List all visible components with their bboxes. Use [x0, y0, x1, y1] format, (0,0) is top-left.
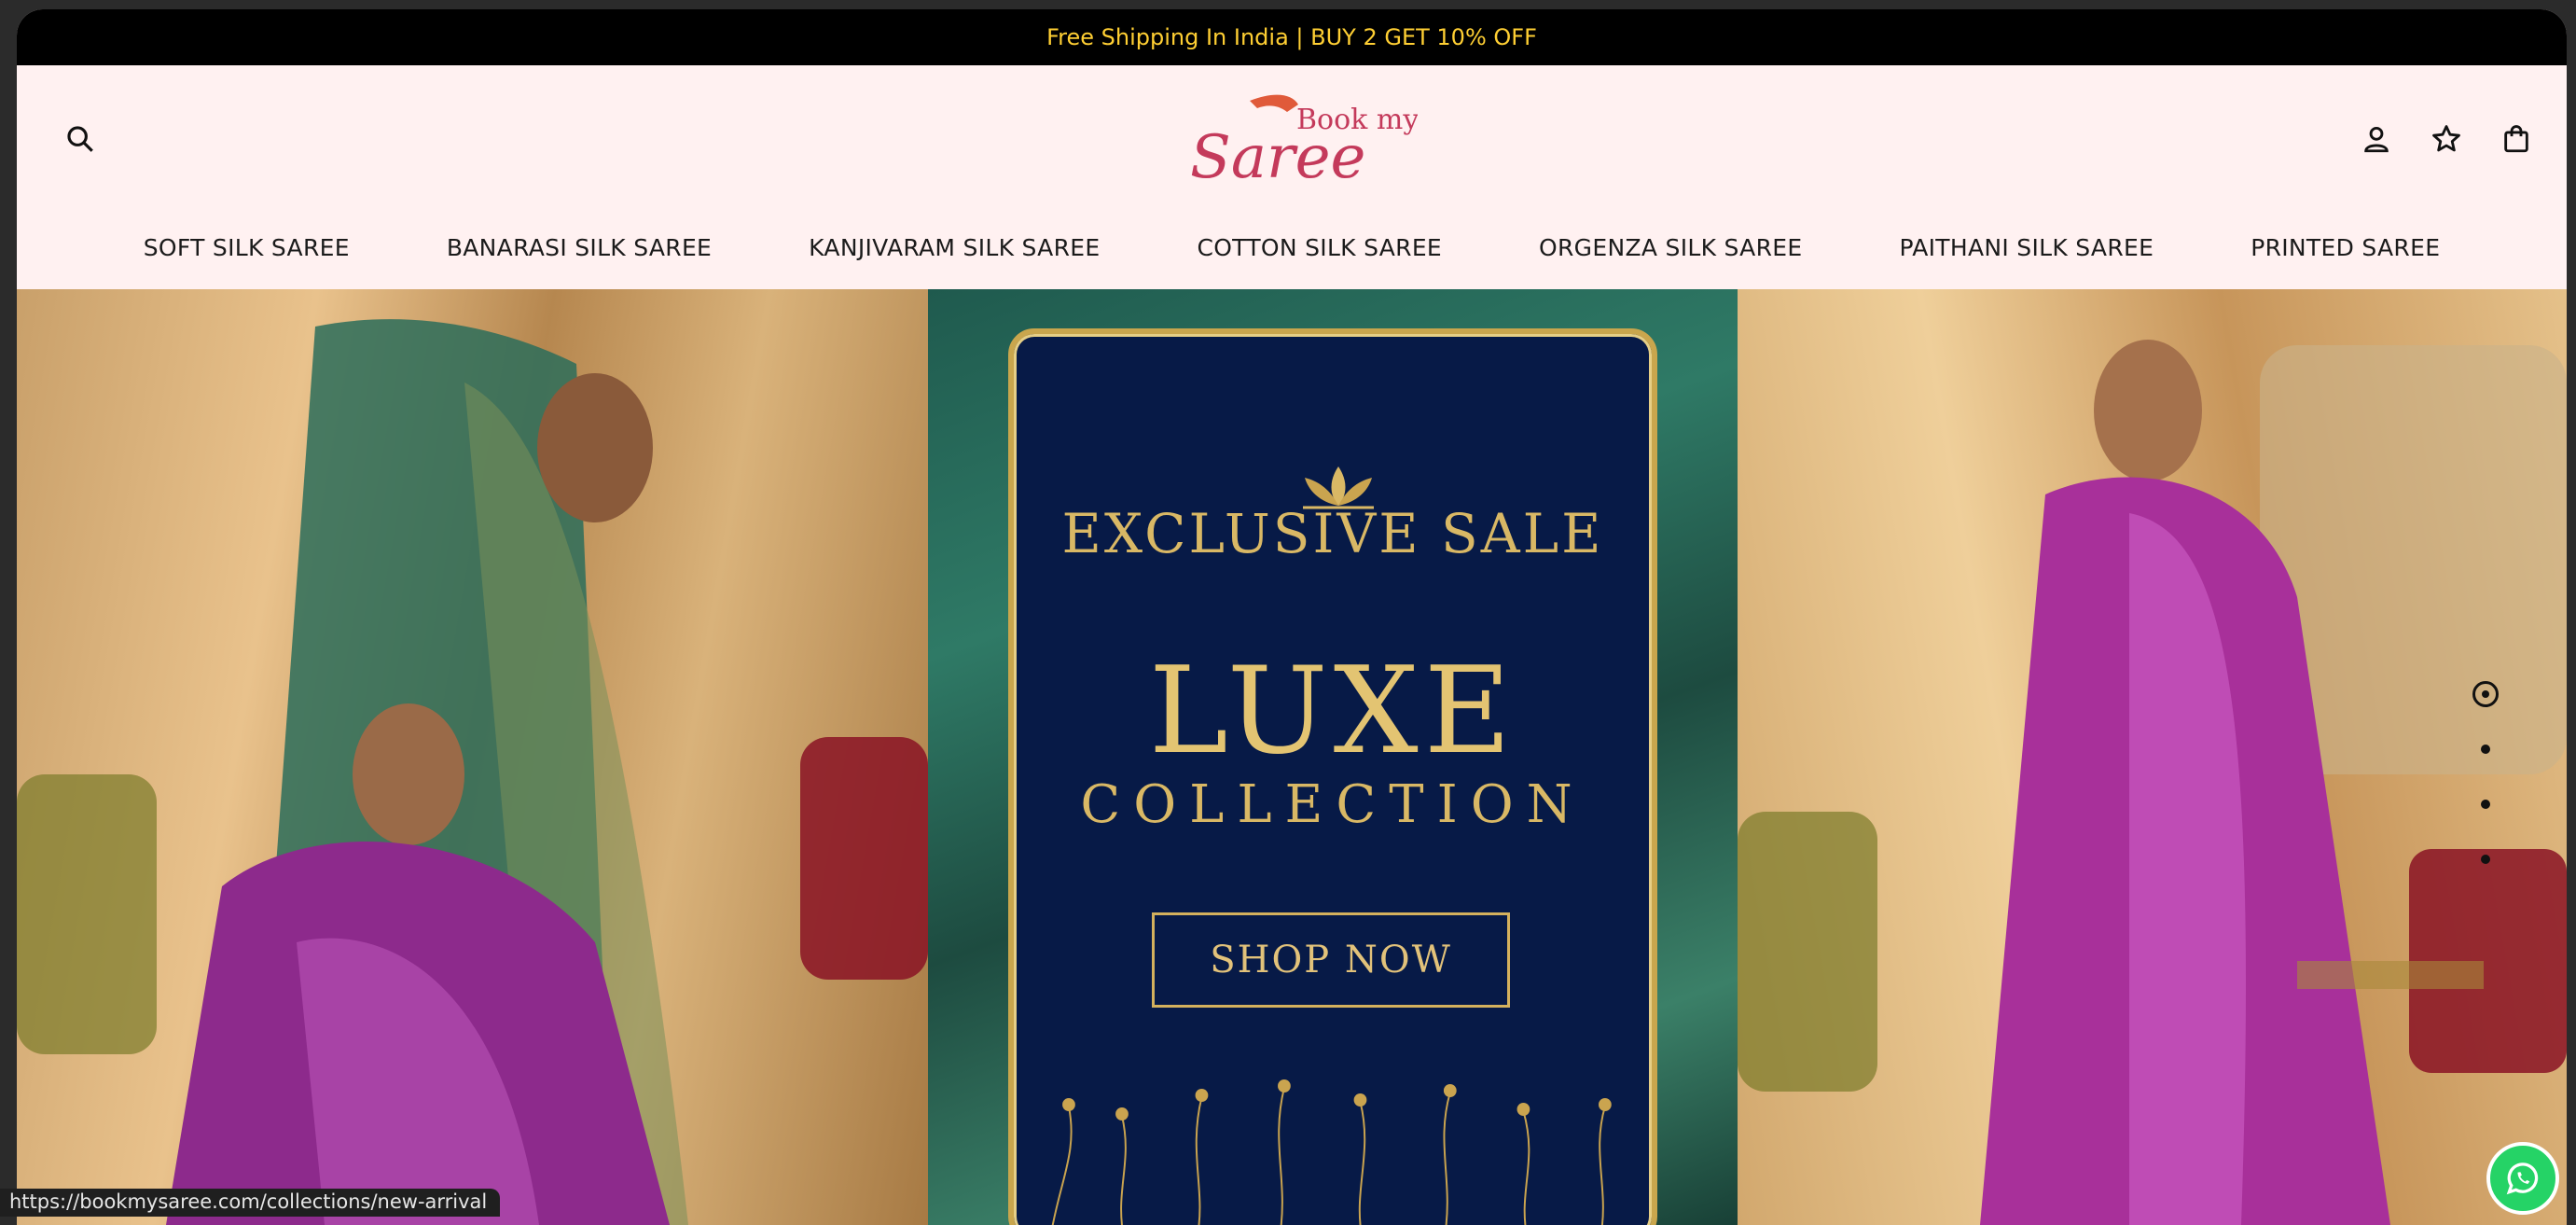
models-illustration-left [17, 319, 928, 1225]
shop-now-button[interactable]: SHOP NOW [1152, 912, 1510, 1008]
star-icon[interactable] [2424, 117, 2469, 161]
nav-item-cotton-silk-saree[interactable]: COTTON SILK SAREE [1197, 234, 1442, 261]
slide-dot-4[interactable] [2481, 855, 2490, 864]
promo-card: EXCLUSIVE SALE LUXE COLLECTION SHOP NOW [1008, 328, 1657, 1225]
user-icon[interactable] [2354, 117, 2399, 161]
search-icon[interactable] [58, 117, 103, 161]
nav-item-printed-saree[interactable]: PRINTED SAREE [2251, 234, 2440, 261]
nav-item-kanjivaram-silk-saree[interactable]: KANJIVARAM SILK SAREE [809, 234, 1100, 261]
announcement-text: Free Shipping In India | BUY 2 GET 10% O… [1046, 24, 1537, 50]
slide-dot-3[interactable] [2481, 800, 2490, 809]
brand-logo[interactable]: Book my Saree [1184, 84, 1419, 192]
nav-item-paithani-silk-saree[interactable]: PAITHANI SILK SAREE [1899, 234, 2154, 261]
nav-item-soft-silk-saree[interactable]: SOFT SILK SAREE [144, 234, 350, 261]
slider-pagination [2468, 681, 2505, 886]
site-header: Book my Saree SOFT SILK SAREE BANARASI S… [17, 65, 2567, 289]
promo-eyebrow: EXCLUSIVE SALE [1061, 502, 1604, 565]
hero-image-right [1738, 289, 2567, 1225]
category-nav: SOFT SILK SAREE BANARASI SILK SAREE KANJ… [17, 215, 2567, 280]
floral-decoration [1051, 1079, 1612, 1225]
nav-item-orgenza-silk-saree[interactable]: ORGENZA SILK SAREE [1539, 234, 1802, 261]
slide-dot-1[interactable] [2472, 681, 2499, 707]
nav-item-banarasi-silk-saree[interactable]: BANARASI SILK SAREE [447, 234, 712, 261]
hero-image-left [17, 289, 928, 1225]
status-bar-url: https://bookmysaree.com/collections/new-… [0, 1189, 501, 1217]
slide-dot-2[interactable] [2481, 745, 2490, 754]
model-illustration-right [1738, 340, 2567, 1225]
bag-icon[interactable] [2494, 117, 2539, 161]
browser-viewport: Free Shipping In India | BUY 2 GET 10% O… [17, 9, 2567, 1225]
promo-subheadline: COLLECTION [1080, 774, 1586, 835]
hero-promo-panel: EXCLUSIVE SALE LUXE COLLECTION SHOP NOW [928, 289, 1738, 1225]
whatsapp-icon[interactable] [2486, 1142, 2559, 1215]
logo-line2: Saree [1190, 123, 1365, 187]
hero-banner[interactable]: EXCLUSIVE SALE LUXE COLLECTION SHOP NOW [17, 289, 2567, 1225]
promo-headline: LUXE [1148, 642, 1517, 781]
announcement-bar: Free Shipping In India | BUY 2 GET 10% O… [17, 9, 2567, 65]
